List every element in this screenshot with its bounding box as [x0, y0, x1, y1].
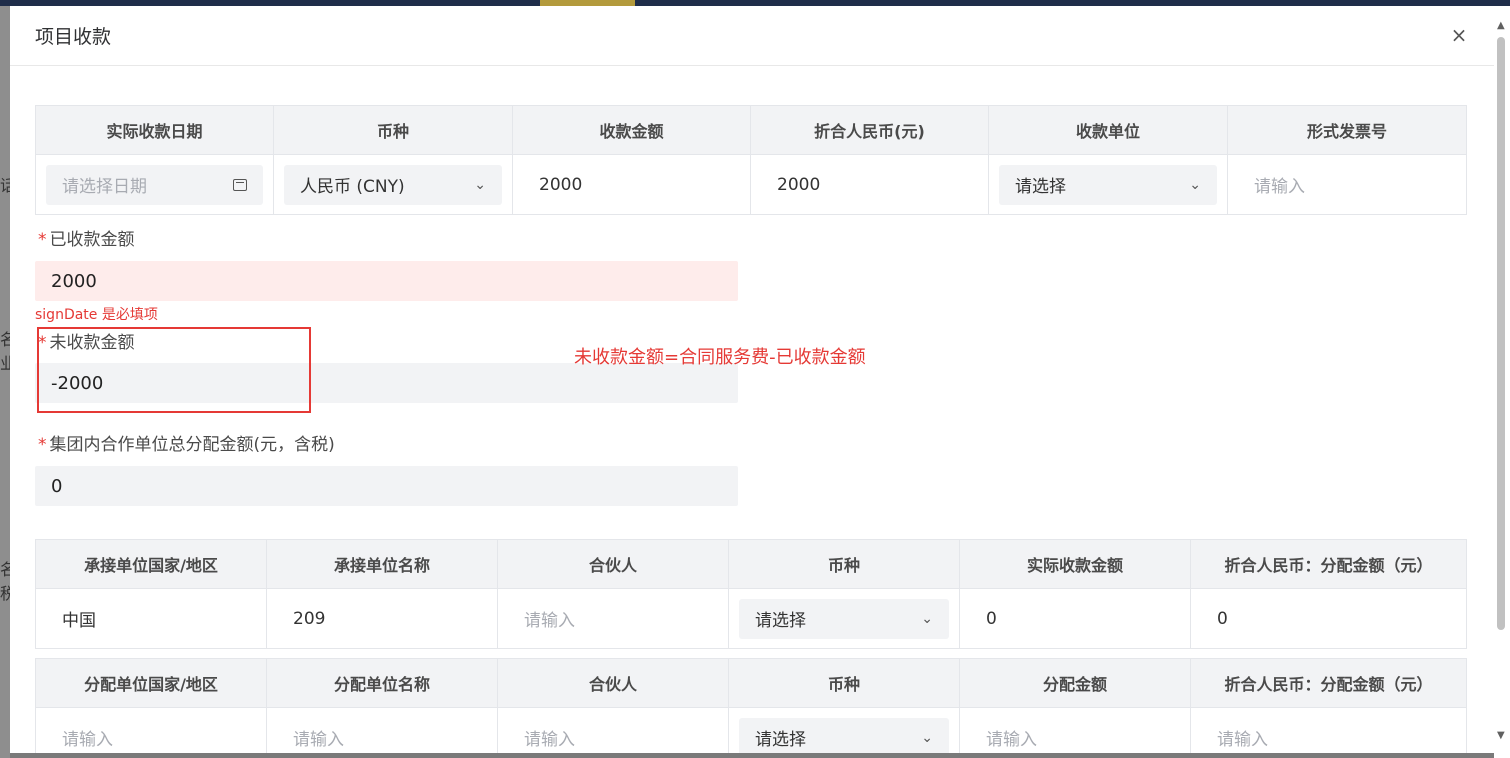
rmb-amount-input[interactable]: 2000	[761, 165, 978, 205]
country-input[interactable]: 请输入	[46, 718, 256, 754]
scroll-down-arrow-icon[interactable]: ▼	[1497, 730, 1505, 741]
table-row: 请选择日期 人民币 (CNY) ⌄ 2000 2000 请选择 ⌄ 请输入	[35, 154, 1467, 215]
column-header: 承接单位名称	[266, 539, 498, 589]
required-mark: *	[38, 435, 47, 455]
column-header: 币种	[728, 539, 960, 589]
background-text-fragment: 名	[0, 560, 10, 579]
column-header: 折合人民币：分配金额（元）	[1190, 539, 1467, 589]
rmb-allocation-field: 0	[1217, 608, 1228, 629]
partner-input[interactable]: 请输入	[508, 599, 718, 639]
payment-dialog: 项目收款 × 实际收款日期 币种 收款金额 折合人民币(元) 收款单位 形式发票…	[10, 6, 1494, 753]
group-total-label: * 集团内合作单位总分配金额(元，含税)	[38, 435, 335, 455]
unit-name-field: 209	[293, 608, 326, 629]
column-header: 折合人民币：分配金额（元）	[1190, 658, 1467, 708]
column-header: 币种	[273, 105, 513, 155]
column-header: 分配单位国家/地区	[35, 658, 267, 708]
column-header: 收款金额	[512, 105, 751, 155]
receiving-unit-select[interactable]: 请选择 ⌄	[999, 164, 1217, 205]
validation-error: signDate 是必填项	[35, 307, 158, 323]
table-row: 请输入 请输入 请输入 请选择 ⌄ 请输入 请输入	[35, 707, 1467, 754]
received-amount-label: * 已收款金额	[38, 230, 135, 250]
rmb-allocation-input[interactable]: 请输入	[1201, 718, 1456, 754]
dialog-title: 项目收款	[35, 26, 112, 48]
table-header-row: 承接单位国家/地区 承接单位名称 合伙人 币种 实际收款金额 折合人民币：分配金…	[35, 539, 1467, 589]
currency-select[interactable]: 请选择 ⌄	[739, 598, 949, 639]
column-header: 合伙人	[497, 539, 729, 589]
background-text-fragment: 税	[0, 584, 10, 603]
table-header-row: 实际收款日期 币种 收款金额 折合人民币(元) 收款单位 形式发票号	[35, 105, 1467, 155]
column-header: 收款单位	[988, 105, 1228, 155]
page-backdrop	[0, 6, 10, 758]
column-header: 币种	[728, 658, 960, 708]
column-header: 承接单位国家/地区	[35, 539, 267, 589]
undertaking-unit-table: 承接单位国家/地区 承接单位名称 合伙人 币种 实际收款金额 折合人民币：分配金…	[35, 539, 1467, 649]
currency-value: 人民币 (CNY)	[300, 177, 405, 197]
unit-name-input[interactable]: 请输入	[277, 718, 487, 754]
dialog-header: 项目收款 ×	[10, 6, 1494, 66]
currency-select[interactable]: 人民币 (CNY) ⌄	[284, 164, 502, 205]
scroll-up-arrow-icon[interactable]: ▲	[1497, 20, 1505, 31]
background-text-fragment: 名	[0, 330, 10, 349]
column-header: 形式发票号	[1227, 105, 1467, 155]
column-header: 实际收款金额	[959, 539, 1191, 589]
partner-input[interactable]: 请输入	[508, 718, 718, 754]
scrollbar-thumb[interactable]	[1497, 37, 1505, 630]
actual-amount-field: 0	[986, 608, 997, 629]
required-mark: *	[38, 230, 47, 250]
column-header: 实际收款日期	[35, 105, 274, 155]
currency-select[interactable]: 请选择 ⌄	[739, 717, 949, 753]
country-field: 中国	[62, 611, 96, 631]
group-total-input: 0	[35, 466, 738, 506]
date-placeholder: 请选择日期	[62, 177, 147, 197]
chevron-down-icon: ⌄	[474, 176, 486, 193]
table-row: 中国 209 请输入 请选择 ⌄ 0 0	[35, 588, 1467, 649]
background-text-fragment: 话	[0, 176, 10, 195]
column-header: 合伙人	[497, 658, 729, 708]
payment-date-picker[interactable]: 请选择日期	[46, 164, 263, 205]
close-icon[interactable]: ×	[1450, 24, 1468, 46]
chevron-down-icon: ⌄	[921, 729, 933, 746]
column-header: 分配金额	[959, 658, 1191, 708]
table-header-row: 分配单位国家/地区 分配单位名称 合伙人 币种 分配金额 折合人民币：分配金额（…	[35, 658, 1467, 708]
column-header: 分配单位名称	[266, 658, 498, 708]
annotation-highlight-box	[37, 327, 311, 413]
calendar-icon	[233, 178, 247, 191]
annotation-note: 未收款金额=合同服务费-已收款金额	[574, 347, 866, 368]
chevron-down-icon: ⌄	[921, 610, 933, 627]
column-header: 折合人民币(元)	[750, 105, 989, 155]
allocation-amount-input[interactable]: 请输入	[970, 718, 1180, 754]
background-text-fragment: 业	[0, 354, 10, 373]
chevron-down-icon: ⌄	[1189, 176, 1201, 193]
received-amount-input[interactable]: 2000	[35, 261, 738, 301]
payment-amount-input[interactable]: 2000	[523, 165, 740, 205]
payment-table: 实际收款日期 币种 收款金额 折合人民币(元) 收款单位 形式发票号 请选择日期…	[35, 105, 1467, 215]
invoice-number-input[interactable]: 请输入	[1238, 165, 1456, 205]
allocation-unit-table: 分配单位国家/地区 分配单位名称 合伙人 币种 分配金额 折合人民币：分配金额（…	[35, 658, 1467, 753]
